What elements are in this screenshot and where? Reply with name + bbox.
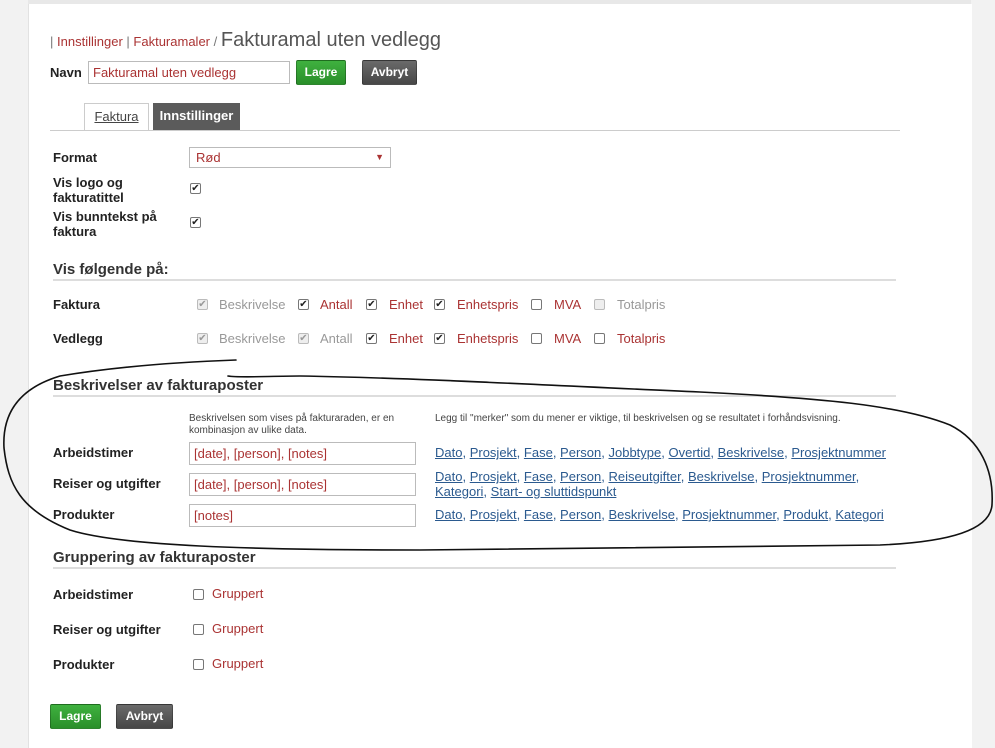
group-option-label: Gruppert — [212, 586, 264, 601]
grouping-heading: Gruppering av fakturaposter — [53, 549, 256, 566]
group-label-produkter: Produkter — [53, 657, 115, 672]
group-checkbox-produkter[interactable] — [193, 659, 204, 670]
group-option-label: Gruppert — [212, 621, 264, 636]
group-checkbox-arbeidstimer[interactable] — [193, 589, 204, 600]
section-divider — [53, 567, 896, 569]
group-option-label: Gruppert — [212, 656, 264, 671]
group-checkbox-reiser[interactable] — [193, 624, 204, 635]
group-label-arbeidstimer: Arbeidstimer — [53, 587, 134, 602]
cancel-button-bottom[interactable]: Avbryt — [116, 704, 173, 729]
group-label-reiser: Reiser og utgifter — [53, 622, 161, 637]
save-button-bottom[interactable]: Lagre — [50, 704, 101, 729]
